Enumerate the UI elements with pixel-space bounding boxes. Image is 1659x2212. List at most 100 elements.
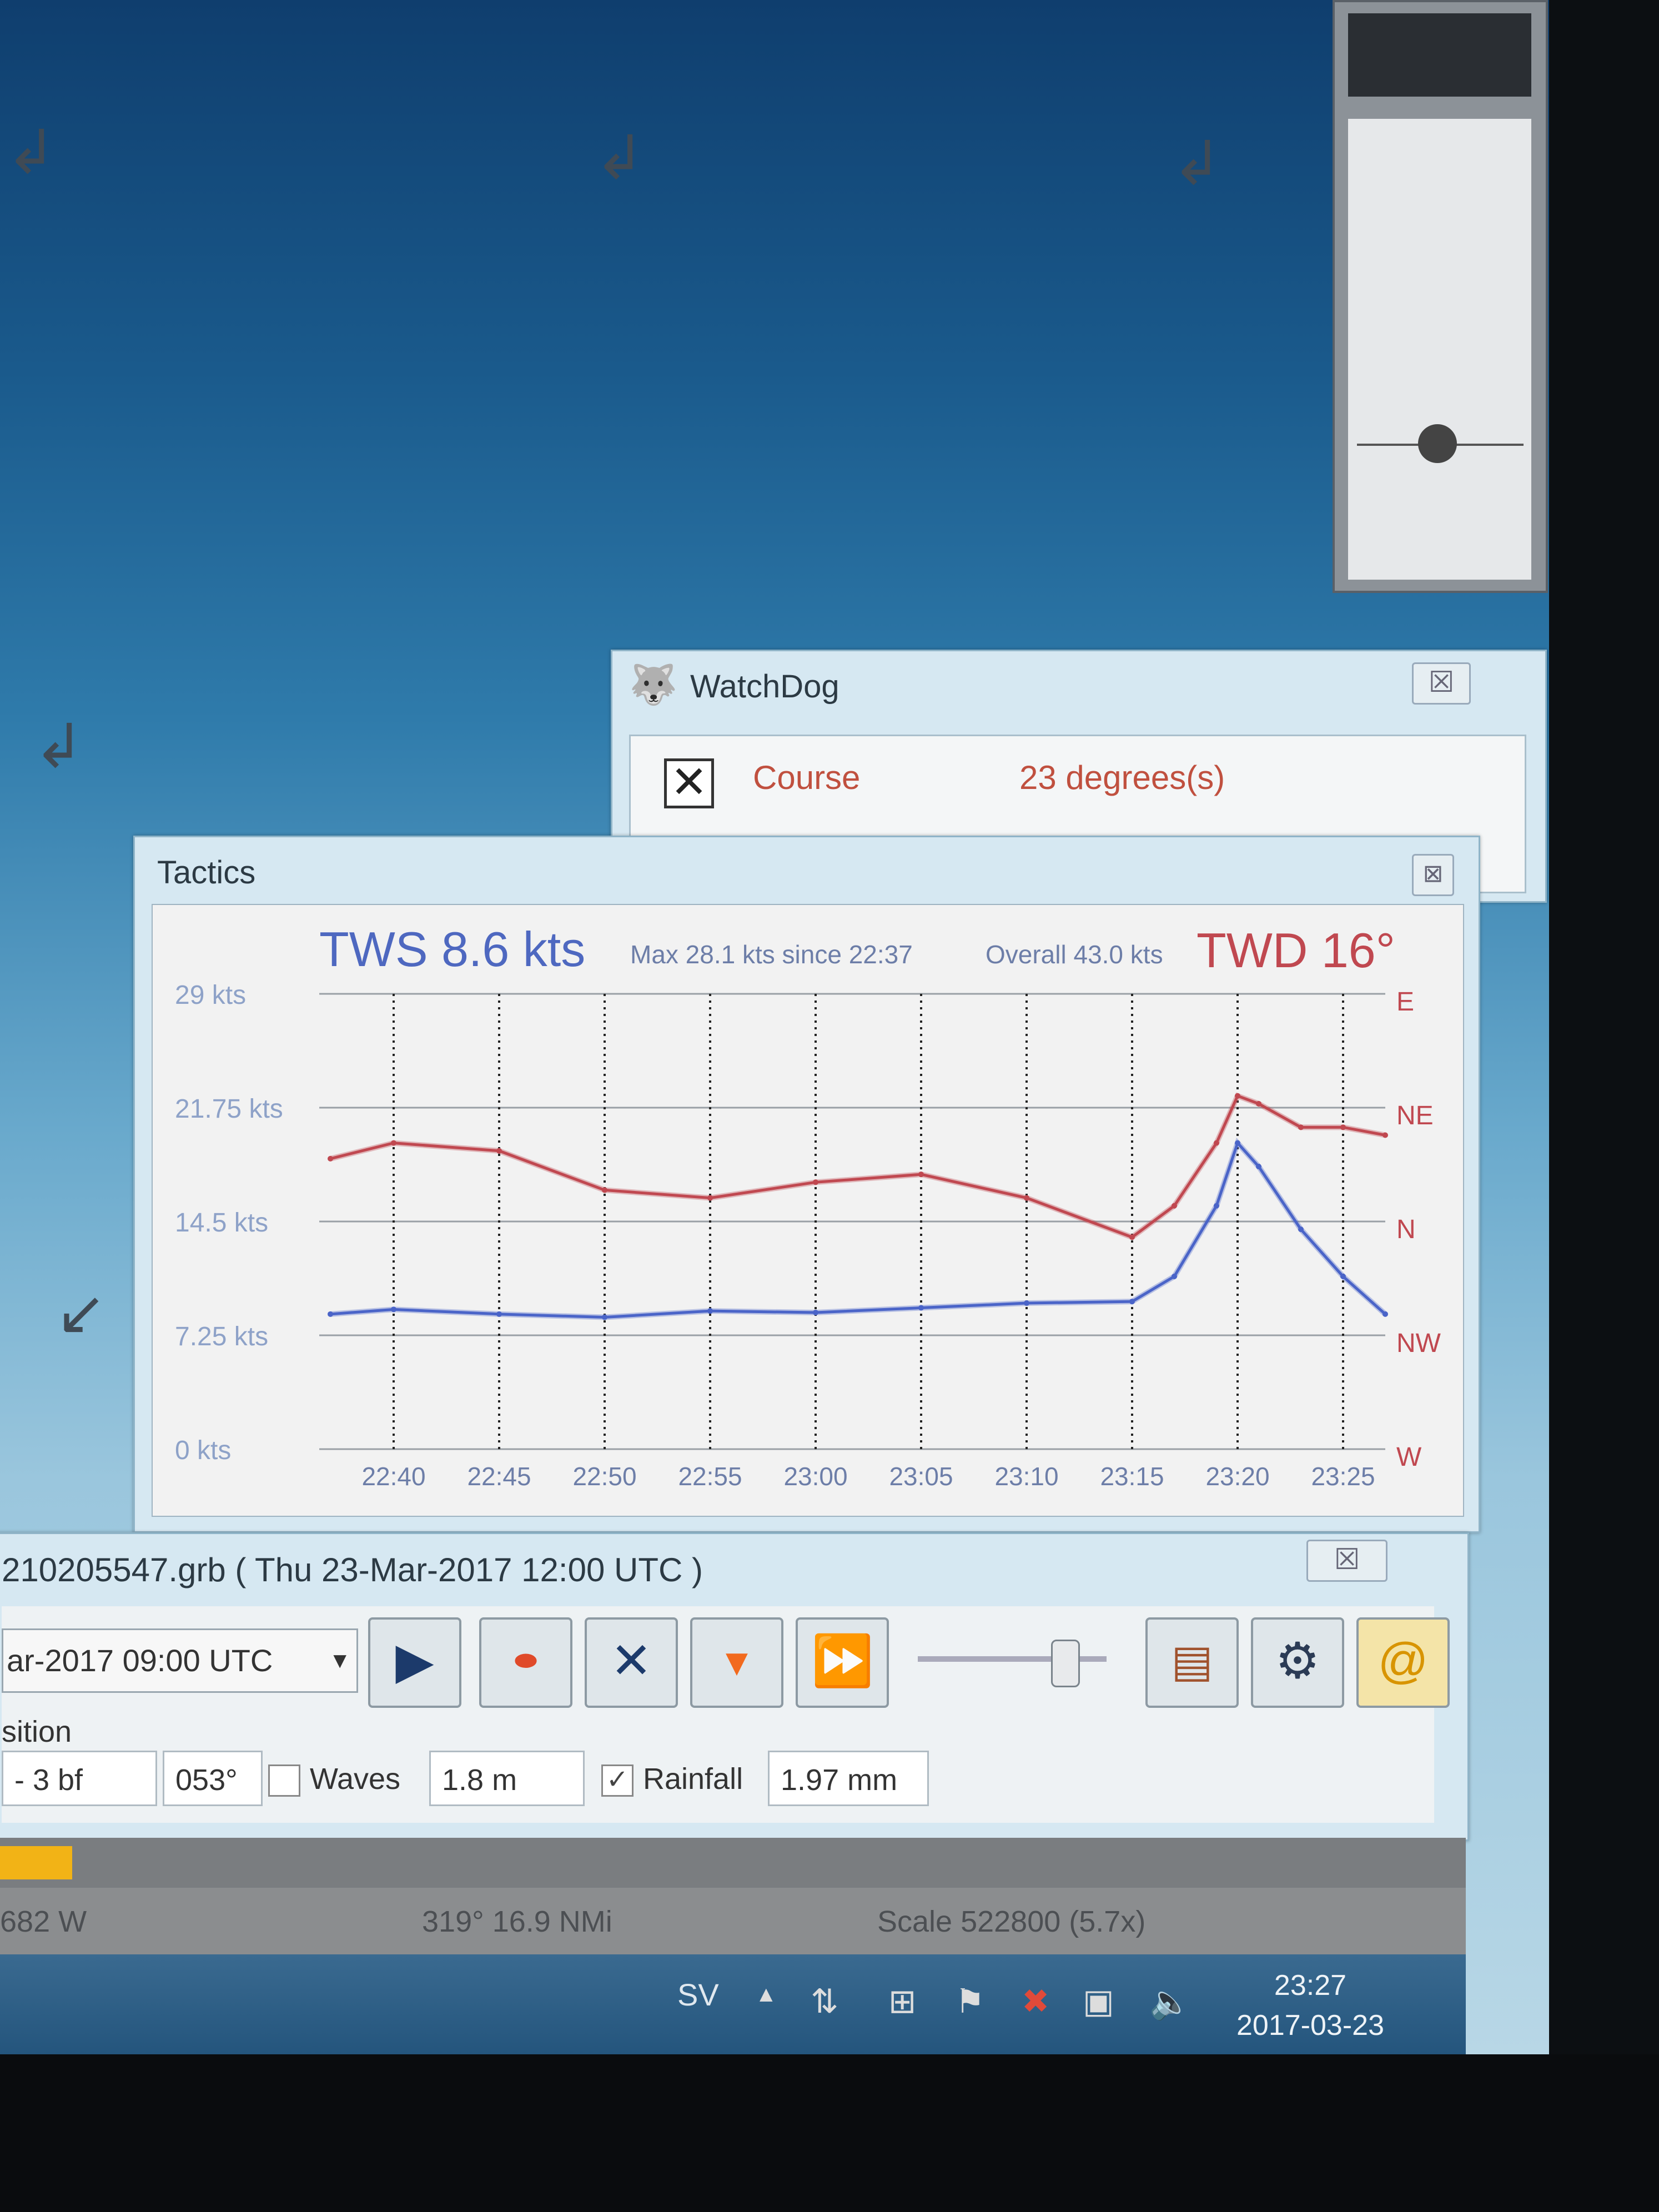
direction-tick-label: N (1396, 1215, 1416, 1244)
alert-icon[interactable]: ✖ (1022, 1982, 1049, 2021)
monitor-bezel-bottom (0, 2054, 1659, 2212)
data-point-tws (391, 1306, 396, 1313)
data-point-tws (1129, 1299, 1135, 1305)
time-slider-knob[interactable] (1051, 1640, 1080, 1687)
watchdog-title: WatchDog (690, 668, 839, 705)
date-select-value: ar-2017 09:00 UTC (7, 1643, 273, 1678)
cursor-data-button[interactable]: ▤ (1145, 1617, 1239, 1708)
grib-title: 210205547.grb ( Thu 23-Mar-2017 12:00 UT… (2, 1551, 703, 1588)
clock-time: 23:27 (1274, 1969, 1347, 2002)
volume-icon[interactable]: 🔈 (1149, 1982, 1191, 2022)
data-point-twd (918, 1172, 924, 1178)
grib-close-button[interactable]: ☒ (1306, 1540, 1387, 1582)
data-point-tws (1256, 1164, 1261, 1170)
gear-icon: ⚙ (1275, 1633, 1320, 1689)
date-select[interactable]: ar-2017 09:00 UTC ▼ (2, 1628, 358, 1693)
data-point-twd (1214, 1140, 1219, 1146)
data-point-tws (1024, 1300, 1029, 1306)
rainfall-field[interactable]: 1.97 mm (768, 1751, 929, 1806)
data-point-twd (496, 1148, 502, 1154)
monitor-bezel (1549, 0, 1659, 2212)
status-scale: Scale 522800 (5.7x) (877, 1905, 1146, 1938)
data-point-twd (328, 1155, 333, 1162)
watchdog-close-button[interactable]: ☒ (1412, 662, 1471, 705)
data-point-tws (1235, 1140, 1240, 1146)
data-point-twd (1382, 1132, 1388, 1138)
grib-panel[interactable]: 210205547.grb ( Thu 23-Mar-2017 12:00 UT… (0, 1532, 1469, 1841)
fast-forward-button[interactable]: ⏩ (796, 1617, 889, 1708)
taskbar-clock[interactable]: 23:27 2017-03-23 (1221, 1965, 1399, 2045)
x-tick-label: 23:15 (1100, 1462, 1164, 1491)
tws-header: TWS 8.6 kts (319, 922, 585, 977)
series-noise-tws (330, 1137, 1387, 1320)
data-point-tws (496, 1311, 502, 1317)
y-tick-label: 0 kts (175, 1436, 231, 1465)
data-point-twd (1172, 1203, 1177, 1209)
zoom-button[interactable]: ✕ (585, 1617, 678, 1708)
wind-field[interactable]: - 3 bf (2, 1751, 157, 1806)
alarm-checkbox[interactable]: ✕ (664, 758, 714, 808)
wind-arrow-icon: ↲ (594, 122, 646, 193)
data-point-tws (328, 1311, 333, 1317)
grib-controls: ar-2017 09:00 UTC ▼ ▶ ⬬ ✕ ▾ ⏩ ▤ ⚙ @ siti… (2, 1606, 1450, 1823)
data-point-twd (1129, 1234, 1135, 1240)
position-label: sition (2, 1715, 72, 1748)
x-tick-label: 22:50 (572, 1462, 636, 1491)
wind-arrow-icon: ↲ (6, 117, 57, 188)
flag-icon[interactable]: ⚑ (955, 1982, 985, 2021)
x-tick-label: 22:40 (361, 1462, 425, 1491)
email-button[interactable]: @ (1356, 1617, 1450, 1708)
now-button[interactable]: ⬬ (479, 1617, 572, 1708)
windows-icon[interactable]: ⊞ (888, 1982, 916, 2021)
data-point-twd (1024, 1195, 1029, 1201)
cursor-data-icon: ▤ (1171, 1636, 1213, 1686)
x-tick-label: 23:10 (994, 1462, 1058, 1491)
scroll-panel[interactable] (1333, 0, 1548, 593)
network-icon[interactable]: ⇅ (811, 1982, 838, 2021)
tactics-window[interactable]: Tactics ⊠ 29 kts 21.75 kts 14.5 kts 7.25 kt… (133, 836, 1480, 1533)
clock-date: 2017-03-23 (1236, 2009, 1384, 2042)
waves-field[interactable]: 1.8 m (429, 1751, 585, 1806)
scroll-panel-track[interactable] (1348, 119, 1531, 580)
y-tick-label: 14.5 kts (175, 1208, 268, 1238)
slider-knob[interactable] (1418, 424, 1457, 463)
dog-icon: 🐺 (629, 663, 678, 706)
direction-tick-label: E (1396, 987, 1414, 1017)
overall-header: Overall 43.0 kts (986, 940, 1163, 969)
data-point-tws (1382, 1311, 1388, 1317)
data-point-tws (813, 1310, 818, 1315)
play-icon: ▶ (395, 1633, 434, 1689)
x-tick-label: 23:20 (1205, 1462, 1269, 1491)
language-indicator[interactable]: SV (677, 1977, 719, 2013)
interval-button[interactable]: ▾ (690, 1617, 783, 1708)
rainfall-checkbox[interactable]: ✓ (601, 1764, 634, 1797)
data-point-tws (1298, 1226, 1304, 1233)
y-tick-label: 7.25 kts (175, 1322, 268, 1351)
settings-button[interactable]: ⚙ (1251, 1617, 1344, 1708)
chevron-down-icon: ▼ (329, 1648, 351, 1673)
tactics-close-button[interactable]: ⊠ (1412, 854, 1454, 896)
tray-expand-icon[interactable]: ▲ (755, 1982, 777, 2007)
y-tick-label: 29 kts (175, 981, 246, 1010)
waves-checkbox[interactable] (268, 1764, 300, 1797)
x-tick-label: 23:00 (783, 1462, 847, 1491)
data-point-twd (391, 1140, 396, 1146)
data-point-twd (1235, 1093, 1240, 1099)
direction-field[interactable]: 053° (163, 1751, 263, 1806)
alarm-value: 23 degrees(s) (1019, 759, 1225, 796)
waves-label: Waves (310, 1762, 401, 1796)
wind-arrow-icon: ↲ (1172, 128, 1223, 199)
tactics-title: Tactics (157, 854, 256, 891)
tws-twd-chart: 29 kts 21.75 kts 14.5 kts 7.25 kts 0 kts E NE N… (152, 904, 1464, 1517)
display-icon[interactable]: ▣ (1083, 1982, 1114, 2021)
y-tick-label: 21.75 kts (175, 1094, 283, 1124)
direction-tick-label: W (1396, 1442, 1422, 1472)
data-point-tws (1172, 1273, 1177, 1279)
data-point-twd (1340, 1124, 1346, 1130)
fast-forward-icon: ⏩ (811, 1633, 874, 1689)
status-bar: 682 W 319° 16.9 NMi Scale 522800 (5.7x) (0, 1888, 1466, 1954)
x-tick-label: 23:05 (889, 1462, 953, 1491)
play-button[interactable]: ▶ (368, 1617, 461, 1708)
data-point-tws (1340, 1273, 1346, 1279)
now-icon: ⬬ (514, 1646, 537, 1676)
